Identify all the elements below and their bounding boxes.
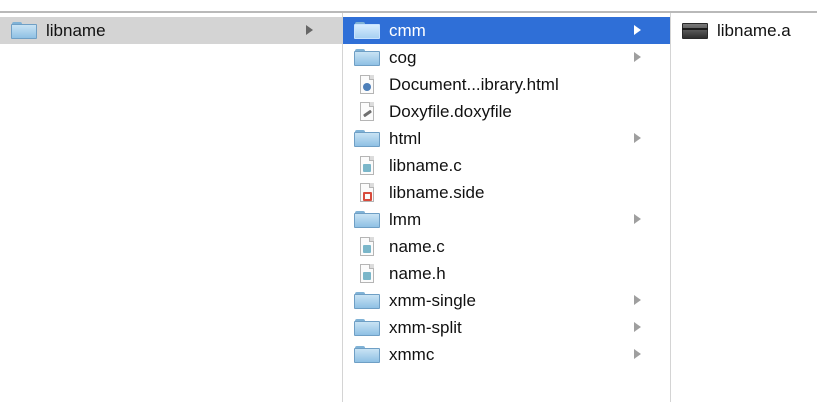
list-item[interactable]: Doxyfile.doxyfile [343, 98, 670, 125]
disclosure-arrow-icon [306, 25, 313, 35]
folder-icon [354, 318, 380, 337]
folder-icon [11, 21, 37, 40]
folder-icon [354, 48, 380, 67]
list-item[interactable]: name.c [343, 233, 670, 260]
list-item[interactable]: libname.side [343, 179, 670, 206]
list-item[interactable]: xmmc [343, 341, 670, 368]
header-file-icon [354, 264, 380, 283]
folder-icon [354, 210, 380, 229]
archive-file-icon [682, 21, 708, 40]
html-file-icon [354, 75, 380, 94]
list-item[interactable]: Document...ibrary.html [343, 71, 670, 98]
item-label: xmm-split [389, 318, 462, 337]
item-label: cmm [389, 21, 426, 40]
item-label: Document...ibrary.html [389, 75, 559, 94]
disclosure-arrow-icon [634, 349, 641, 359]
finder-column-2[interactable]: cmm cog Document...ibrary.html Doxyfile.… [343, 13, 671, 402]
folder-icon [354, 291, 380, 310]
window-top-edge [0, 0, 817, 13]
item-label: xmm-single [389, 291, 476, 310]
disclosure-arrow-icon [634, 214, 641, 224]
list-item[interactable]: cmm [343, 17, 670, 44]
list-item[interactable]: cog [343, 44, 670, 71]
disclosure-arrow-icon [634, 25, 641, 35]
item-label: name.c [389, 237, 445, 256]
item-label: lmm [389, 210, 422, 229]
list-item[interactable]: libname.c [343, 152, 670, 179]
finder-column-1[interactable]: libname [0, 13, 343, 402]
item-label: libname [46, 21, 106, 40]
pdf-file-icon [354, 183, 380, 202]
list-item[interactable]: xmm-single [343, 287, 670, 314]
item-label: html [389, 129, 422, 148]
item-label: libname.c [389, 156, 462, 175]
disclosure-arrow-icon [634, 322, 641, 332]
folder-icon [354, 345, 380, 364]
list-item[interactable]: libname [0, 17, 342, 44]
item-label: xmmc [389, 345, 435, 364]
list-item[interactable]: lmm [343, 206, 670, 233]
c-source-file-icon [354, 237, 380, 256]
list-item[interactable]: name.h [343, 260, 670, 287]
item-label: name.h [389, 264, 446, 283]
list-item[interactable]: xmm-split [343, 314, 670, 341]
item-label: Doxyfile.doxyfile [389, 102, 512, 121]
folder-icon [354, 21, 380, 40]
disclosure-arrow-icon [634, 133, 641, 143]
c-source-file-icon [354, 156, 380, 175]
item-label: cog [389, 48, 417, 67]
item-label: libname.a [717, 21, 791, 40]
item-label: libname.side [389, 183, 485, 202]
list-item[interactable]: libname.a [671, 17, 817, 44]
disclosure-arrow-icon [634, 295, 641, 305]
finder-column-3[interactable]: libname.a [671, 13, 817, 402]
script-file-icon [354, 102, 380, 121]
folder-icon [354, 129, 380, 148]
list-item[interactable]: html [343, 125, 670, 152]
disclosure-arrow-icon [634, 52, 641, 62]
